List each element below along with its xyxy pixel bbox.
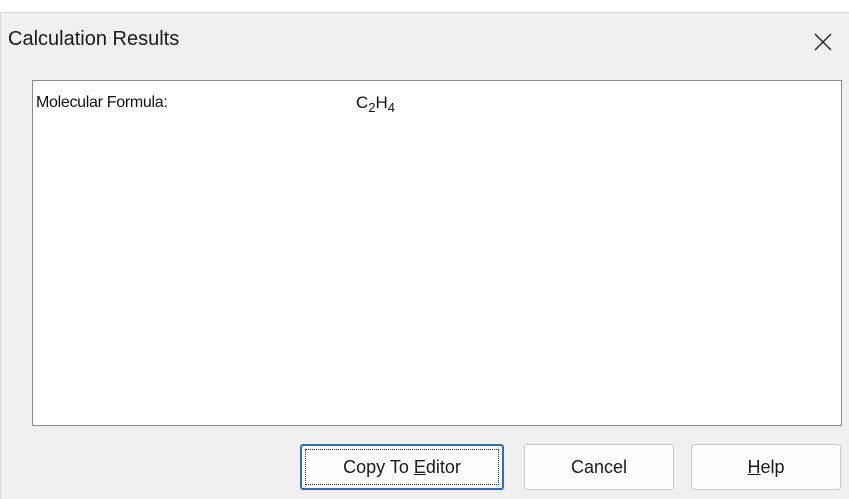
mnemonic-letter: E xyxy=(413,456,426,477)
dialog-title: Calculation Results xyxy=(8,28,180,50)
label-text: elp xyxy=(760,456,785,477)
copy-to-editor-button[interactable]: Copy To Editor xyxy=(300,444,504,490)
help-label: Help xyxy=(747,457,784,478)
label-text: Copy To xyxy=(343,456,414,477)
molecular-formula-label: Molecular Formula: xyxy=(36,94,168,111)
close-icon xyxy=(814,33,832,51)
formula-subscript: 2 xyxy=(368,100,376,115)
cancel-button[interactable]: Cancel xyxy=(524,444,674,490)
formula-element: C xyxy=(356,93,369,112)
title-bar[interactable]: Calculation Results xyxy=(1,13,849,73)
result-row: Molecular Formula: C2H4 xyxy=(33,81,841,121)
mnemonic-letter: H xyxy=(747,456,761,477)
molecular-formula-value: C2H4 xyxy=(356,93,396,115)
window-top-edge xyxy=(0,0,849,12)
copy-to-editor-label: Copy To Editor xyxy=(343,457,461,478)
calculation-results-dialog: Calculation Results Molecular Formula: C… xyxy=(0,12,849,499)
cancel-label: Cancel xyxy=(570,456,628,477)
close-button[interactable] xyxy=(797,13,849,71)
results-pane[interactable]: Molecular Formula: C2H4 xyxy=(32,80,842,426)
label-text: ditor xyxy=(425,456,461,477)
formula-element: H xyxy=(375,93,388,112)
formula-subscript: 4 xyxy=(387,100,396,115)
help-button[interactable]: Help xyxy=(691,444,841,490)
